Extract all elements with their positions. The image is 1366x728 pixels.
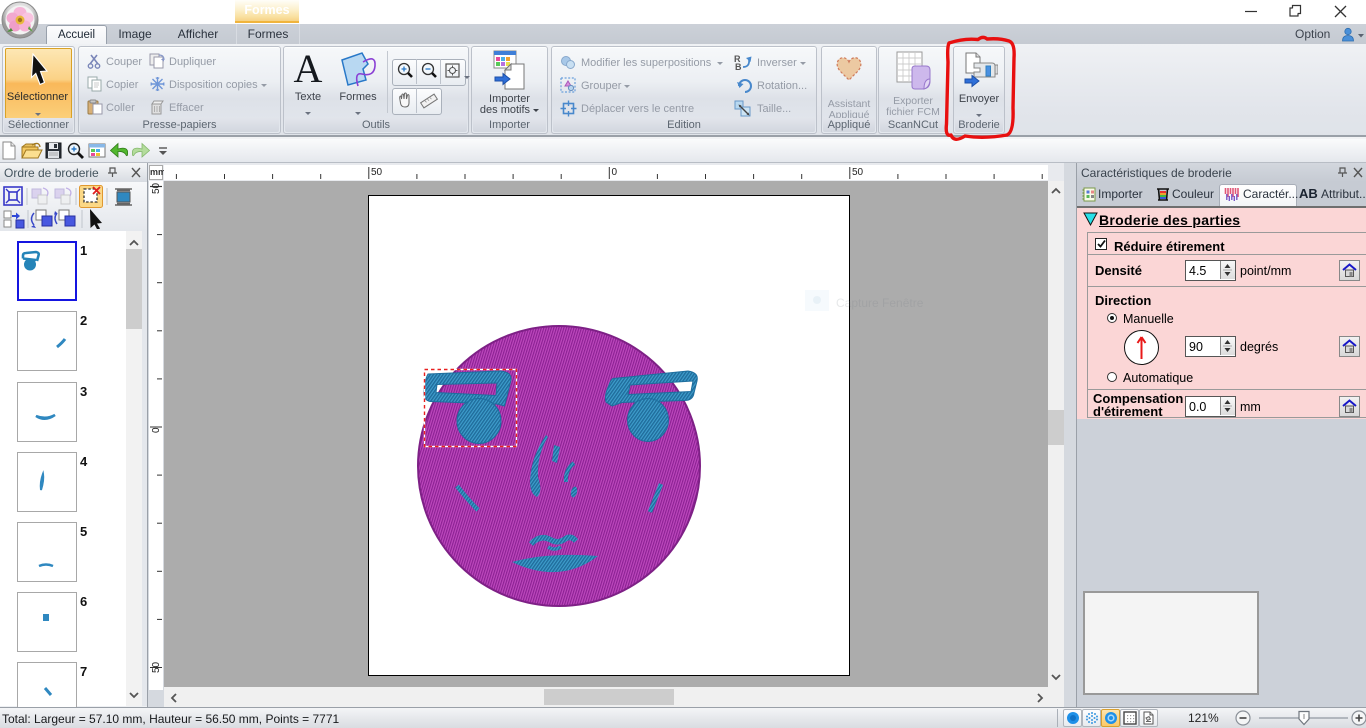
svg-text:B: B xyxy=(735,62,742,71)
svg-text:50: 50 xyxy=(852,167,864,178)
svg-text:Capture Fenêtre: Capture Fenêtre xyxy=(836,296,924,310)
svg-text:50: 50 xyxy=(371,167,383,178)
svg-text:0: 0 xyxy=(612,167,618,178)
svg-text:50: 50 xyxy=(151,182,162,194)
svg-text:0: 0 xyxy=(151,427,162,433)
svg-text:50: 50 xyxy=(151,661,162,673)
